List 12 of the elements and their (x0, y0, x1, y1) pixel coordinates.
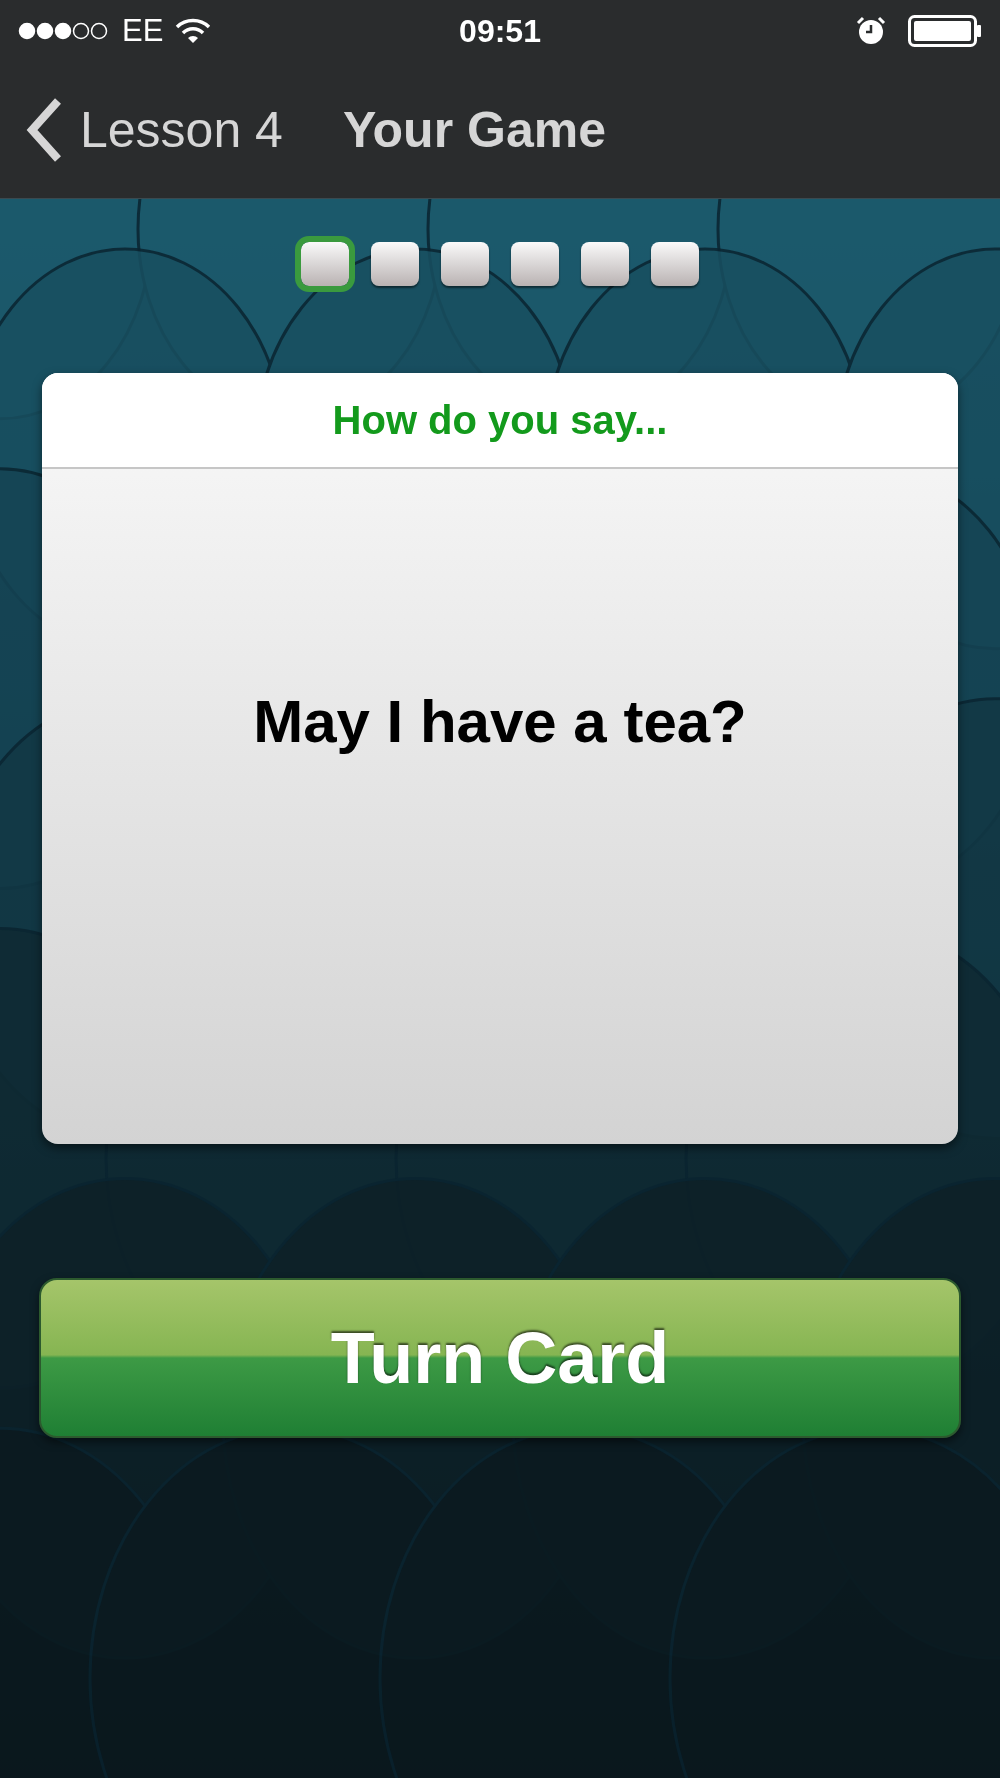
chevron-left-icon (24, 97, 64, 163)
carrier-name: EE (122, 13, 164, 49)
wifi-icon (175, 18, 212, 44)
card-prompt: May I have a tea? (253, 687, 747, 757)
card-header-text: How do you say... (332, 397, 668, 443)
turn-card-button[interactable]: Turn Card (39, 1278, 961, 1438)
battery-icon (908, 15, 982, 47)
back-button[interactable]: Lesson 4 (24, 97, 283, 163)
screen-title: Your Game (342, 101, 606, 159)
signal-icon (18, 22, 110, 40)
clock-time: 09:51 (459, 12, 541, 50)
alarm-icon (856, 16, 886, 46)
